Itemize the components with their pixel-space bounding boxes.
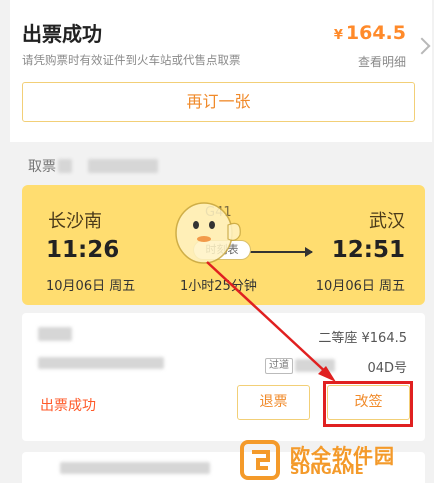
watermark-logo-icon <box>240 440 280 480</box>
next-card-redacted <box>60 462 210 474</box>
watermark-subtext: SDNGAME <box>290 463 364 478</box>
annotation-arrow-icon <box>206 261 336 382</box>
